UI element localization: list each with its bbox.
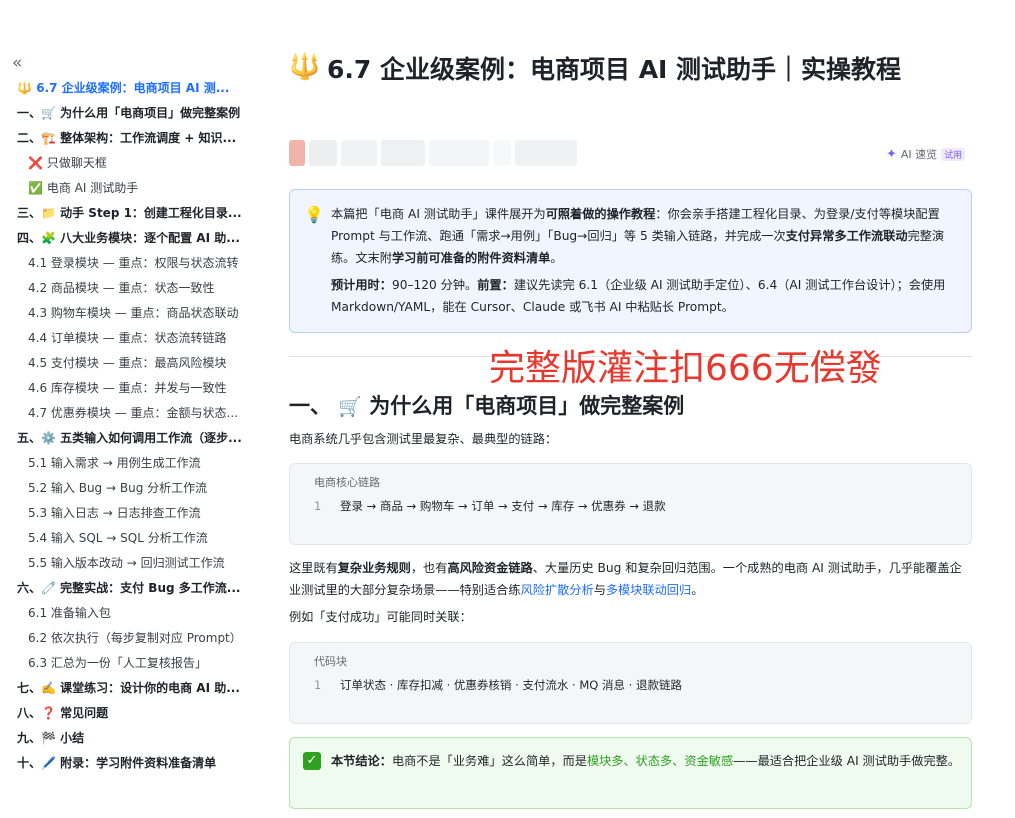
toc-item[interactable]: 二、🏗️ 整体架构：工作流调度 + 知识... xyxy=(0,126,250,151)
toc-item[interactable]: 5.4 输入 SQL → SQL 分析工作流 xyxy=(0,526,250,551)
toc-item-emoji-icon: ✅ xyxy=(28,181,43,195)
toc-item-label: 4.6 库存模块 — 重点：并发与一致性 xyxy=(28,381,227,395)
toc-item[interactable]: 5.2 输入 Bug → Bug 分析工作流 xyxy=(0,476,250,501)
toc-item-label: 十、🖊️ 附录：学习附件资料准备清单 xyxy=(17,756,217,770)
toc-item-label: 6.1 准备输入包 xyxy=(28,606,111,620)
toc-item[interactable]: 八、❓ 常见问题 xyxy=(0,701,250,726)
toc-item-label: 4.2 商品模块 — 重点：状态一致性 xyxy=(28,281,215,295)
toc-item[interactable]: 十、🖊️ 附录：学习附件资料准备清单 xyxy=(0,751,250,776)
toc-item-label: 三、📁 动手 Step 1：创建工程化目录... xyxy=(17,206,242,220)
toc-item[interactable]: 5.1 输入需求 → 用例生成工作流 xyxy=(0,451,250,476)
toc-item-label: 5.1 输入需求 → 用例生成工作流 xyxy=(28,456,201,470)
link-risk-analysis[interactable]: 风险扩散分析 xyxy=(521,583,594,597)
toc-item[interactable]: 六、🧷 完整实战：支付 Bug 多工作流... xyxy=(0,576,250,601)
toc-item-label: 5.5 输入版本改动 → 回归测试工作流 xyxy=(28,556,225,570)
toc-sidebar: « 🔱 6.7 企业级案例：电商项目 AI 测... 一、🛒 为什么用「电商项目」… xyxy=(0,0,250,818)
toc-item[interactable]: 四、🧩 八大业务模块：逐个配置 AI 助... xyxy=(0,226,250,251)
toc-item-label: 电商 AI 测试助手 xyxy=(46,181,139,195)
code-line: 订单状态 · 库存扣减 · 优惠券核销 · 支付流水 · MQ 消息 · 退款链… xyxy=(340,678,682,692)
toc-item[interactable]: ❌ 只做聊天框 xyxy=(0,151,250,176)
toc-item[interactable]: 4.3 购物车模块 — 重点：商品状态联动 xyxy=(0,301,250,326)
watermark-text: 完整版灌注扣666无偿發 xyxy=(489,348,882,389)
toc-item[interactable]: 三、📁 动手 Step 1：创建工程化目录... xyxy=(0,201,250,226)
example-paragraph: 例如「支付成功」可能同时关联： xyxy=(289,610,472,624)
lightbulb-icon: 💡 xyxy=(304,205,324,224)
toc-item-emoji-icon: ❌ xyxy=(28,156,43,170)
toc-item-label: 二、🏗️ 整体架构：工作流调度 + 知识... xyxy=(17,131,237,145)
toc-item-label: 七、✍️ 课堂练习：设计你的电商 AI 助... xyxy=(17,681,240,695)
toc-item[interactable]: 一、🛒 为什么用「电商项目」做完整案例 xyxy=(0,101,250,126)
intro-paragraph: 本篇把「电商 AI 测试助手」课件展开为可照着做的操作教程：你会亲手搭建工程化目… xyxy=(331,207,945,265)
toc-item[interactable]: 5.5 输入版本改动 → 回归测试工作流 xyxy=(0,551,250,576)
intro-callout: 💡 本篇把「电商 AI 测试助手」课件展开为可照着做的操作教程：你会亲手搭建工程… xyxy=(289,189,972,333)
toc-item-label: 4.5 支付模块 — 重点：最高风险模块 xyxy=(28,356,227,370)
toc-item-emoji-icon: 🔱 xyxy=(17,81,32,95)
toc-item-label: 5.3 输入日志 → 日志排查工作流 xyxy=(28,506,201,520)
code-caption: 电商核心链路 xyxy=(314,476,380,489)
toc-item[interactable]: 6.3 汇总为一份「人工复核报告」 xyxy=(0,651,250,676)
toc-item[interactable]: 五、⚙️ 五类输入如何调用工作流（逐步... xyxy=(0,426,250,451)
toc-item-label: 6.3 汇总为一份「人工复核报告」 xyxy=(28,656,207,670)
toc-item-label: 只做聊天框 xyxy=(46,156,107,170)
code-line: 登录 → 商品 → 购物车 → 订单 → 支付 → 库存 → 优惠券 → 退款 xyxy=(340,499,666,513)
toc-item[interactable]: 6.2 依次执行（每步复制对应 Prompt） xyxy=(0,626,250,651)
conclusion-callout: ✓ 本节结论：电商不是「业务难」这么简单，而是模块多、状态多、资金敏感——最适合… xyxy=(289,737,972,809)
page-title: 6.7 企业级案例：电商项目 AI 测试助手｜实操教程 xyxy=(327,55,902,84)
toc-item[interactable]: 4.1 登录模块 — 重点：权限与状态流转 xyxy=(0,251,250,276)
sparkle-icon: ✦ xyxy=(886,146,897,162)
toc-item-label: 九、🏁 小结 xyxy=(17,731,85,745)
line-number: 1 xyxy=(314,678,321,692)
toc-item-label: 4.3 购物车模块 — 重点：商品状态联动 xyxy=(28,306,239,320)
toc-item[interactable]: 七、✍️ 课堂练习：设计你的电商 AI 助... xyxy=(0,676,250,701)
code-block-core-chain[interactable]: 电商核心链路 1 登录 → 商品 → 购物车 → 订单 → 支付 → 库存 → … xyxy=(289,463,972,545)
toc-item-label: 6.2 依次执行（每步复制对应 Prompt） xyxy=(28,631,242,645)
trial-badge: 试用 xyxy=(941,147,966,161)
author-meta-blurred xyxy=(289,140,577,166)
toc-item[interactable]: 4.5 支付模块 — 重点：最高风险模块 xyxy=(0,351,250,376)
toc-item-label: 4.7 优惠券模块 — 重点：金额与状态... xyxy=(28,406,238,420)
toc-item[interactable]: 5.3 输入日志 → 日志排查工作流 xyxy=(0,501,250,526)
body-paragraph: 这里既有复杂业务规则，也有高风险资金链路、大量历史 Bug 和复杂回归范围。一个… xyxy=(289,561,962,597)
link-multi-module-regression[interactable]: 多模块联动回归 xyxy=(606,583,691,597)
toc-item-label: 6.7 企业级案例：电商项目 AI 测... xyxy=(36,81,230,95)
toc-list: 🔱 6.7 企业级案例：电商项目 AI 测... 一、🛒 为什么用「电商项目」做完… xyxy=(0,76,250,776)
ai-quick-label: AI 速览 xyxy=(900,148,938,161)
toc-item-label: 4.4 订单模块 — 重点：状态流转链路 xyxy=(28,331,227,345)
shopping-cart-icon: 🛒 xyxy=(338,396,362,418)
check-icon: ✓ xyxy=(303,752,321,770)
ai-quick-summary-button[interactable]: ✦ AI 速览 试用 xyxy=(886,146,966,162)
collapse-sidebar-icon[interactable]: « xyxy=(12,54,22,72)
toc-item-label: 5.2 输入 Bug → Bug 分析工作流 xyxy=(28,481,208,495)
code-block-payment[interactable]: 代码块 1 订单状态 · 库存扣减 · 优惠券核销 · 支付流水 · MQ 消息… xyxy=(289,642,972,724)
line-number: 1 xyxy=(314,499,321,513)
toc-item-label: 五、⚙️ 五类输入如何调用工作流（逐步... xyxy=(17,431,242,445)
toc-item-label: 一、🛒 为什么用「电商项目」做完整案例 xyxy=(17,106,241,120)
section-heading: 一、 🛒 为什么用「电商项目」做完整案例 xyxy=(289,394,685,418)
toc-item-label: 四、🧩 八大业务模块：逐个配置 AI 助... xyxy=(17,231,240,245)
toc-item[interactable]: 九、🏁 小结 xyxy=(0,726,250,751)
toc-item[interactable]: ✅ 电商 AI 测试助手 xyxy=(0,176,250,201)
intro-prereq-paragraph: 预计用时：90–120 分钟。前置：建议先读完 6.1（企业级 AI 测试助手定… xyxy=(331,278,946,314)
toc-item[interactable]: 6.1 准备输入包 xyxy=(0,601,250,626)
toc-item-label: 六、🧷 完整实战：支付 Bug 多工作流... xyxy=(17,581,241,595)
section-lead: 电商系统几乎包含测试里最复杂、最典型的链路： xyxy=(289,432,558,446)
toc-item[interactable]: 4.6 库存模块 — 重点：并发与一致性 xyxy=(0,376,250,401)
toc-item[interactable]: 4.2 商品模块 — 重点：状态一致性 xyxy=(0,276,250,301)
conclusion-text: 本节结论：电商不是「业务难」这么简单，而是模块多、状态多、资金敏感——最适合把企… xyxy=(331,754,961,768)
code-caption: 代码块 xyxy=(314,655,347,668)
toc-item-label: 4.1 登录模块 — 重点：权限与状态流转 xyxy=(28,256,239,270)
toc-item[interactable]: 4.7 优惠券模块 — 重点：金额与状态... xyxy=(0,401,250,426)
toc-item-label: 八、❓ 常见问题 xyxy=(17,706,109,720)
toc-item-label: 5.4 输入 SQL → SQL 分析工作流 xyxy=(28,531,208,545)
trident-icon: 🔱 xyxy=(289,52,321,81)
toc-item[interactable]: 4.4 订单模块 — 重点：状态流转链路 xyxy=(0,326,250,351)
toc-item-active[interactable]: 🔱 6.7 企业级案例：电商项目 AI 测... xyxy=(0,76,250,101)
